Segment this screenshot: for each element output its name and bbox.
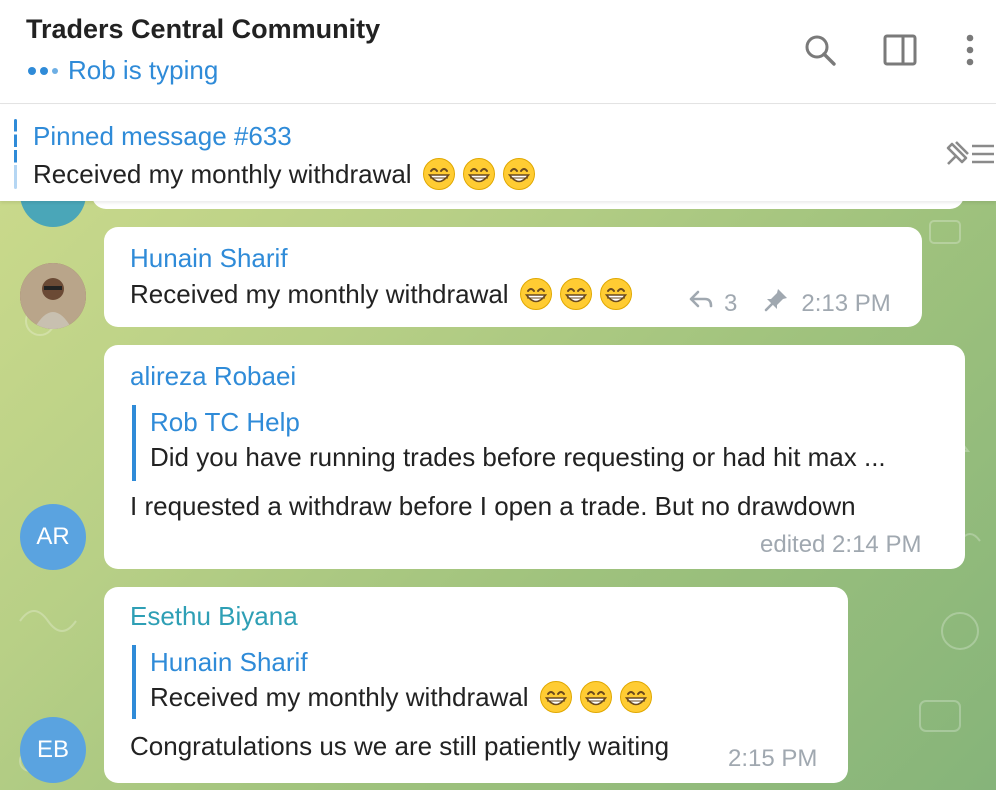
message-text: I requested a withdraw before I open a t… bbox=[130, 491, 856, 521]
message-meta: 3 2:13 PM bbox=[688, 287, 891, 320]
grinning-face-emoji-icon bbox=[502, 157, 536, 191]
quote-text: Did you have running trades before reque… bbox=[150, 442, 886, 472]
quote-sender: Rob TC Help bbox=[150, 407, 300, 437]
quote-text-row: Received my monthly withdrawal bbox=[150, 679, 653, 715]
quote-text: Received my monthly withdrawal bbox=[150, 682, 529, 712]
grinning-emoji-group bbox=[509, 277, 633, 311]
typing-indicator-icon bbox=[28, 66, 58, 75]
message-time: edited 2:14 PM bbox=[760, 531, 922, 558]
previous-message-bubble[interactable] bbox=[92, 201, 964, 209]
reply-icon[interactable] bbox=[688, 289, 714, 318]
chat-area[interactable]: Hunain Sharif Received my monthly withdr… bbox=[0, 201, 996, 790]
grinning-face-emoji-icon bbox=[519, 277, 553, 311]
sidebar-toggle-icon[interactable] bbox=[880, 30, 920, 70]
grinning-face-emoji-icon bbox=[462, 157, 496, 191]
avatar-initials: AR bbox=[36, 523, 70, 550]
pinned-list-icon[interactable] bbox=[940, 134, 996, 174]
grinning-face-emoji-icon bbox=[422, 157, 456, 191]
grinning-face-emoji-icon bbox=[539, 680, 573, 714]
grinning-face-emoji-icon bbox=[599, 277, 633, 311]
pin-icon bbox=[763, 287, 789, 320]
reply-count[interactable]: 3 bbox=[724, 290, 737, 318]
grinning-face-emoji-icon bbox=[559, 277, 593, 311]
sender-name[interactable]: alireza Robaei bbox=[130, 361, 296, 392]
grinning-emoji-group bbox=[412, 157, 536, 191]
pinned-indicator bbox=[14, 119, 17, 189]
avatar-eb[interactable]: EB bbox=[20, 717, 86, 783]
message-time: 2:13 PM bbox=[801, 289, 891, 317]
message-text-row: Received my monthly withdrawal bbox=[130, 277, 633, 311]
message-bubble[interactable]: Esethu Biyana Hunain Sharif Received my … bbox=[104, 587, 848, 783]
pinned-title: Pinned message #633 bbox=[33, 121, 292, 151]
reply-quote[interactable]: Rob TC Help Did you have running trades … bbox=[132, 405, 886, 481]
pinned-text-row: Received my monthly withdrawal bbox=[33, 157, 536, 191]
message-bubble[interactable]: alireza Robaei Rob TC Help Did you have … bbox=[104, 345, 965, 569]
message-text: Congratulations us we are still patientl… bbox=[130, 731, 670, 761]
avatar-hunain-sharif[interactable] bbox=[20, 263, 86, 329]
grinning-emoji-group bbox=[529, 680, 653, 714]
avatar-initials: EB bbox=[36, 736, 69, 763]
pinned-message-bar[interactable]: Pinned message #633 Received my monthly … bbox=[0, 105, 996, 201]
sender-name[interactable]: Esethu Biyana bbox=[130, 601, 298, 632]
search-icon[interactable] bbox=[800, 30, 840, 70]
sender-name[interactable]: Hunain Sharif bbox=[130, 243, 288, 274]
reply-quote[interactable]: Hunain Sharif Received my monthly withdr… bbox=[132, 645, 653, 719]
pinned-text: Received my monthly withdrawal bbox=[33, 158, 412, 189]
avatar-ar[interactable]: AR bbox=[20, 504, 86, 570]
grinning-face-emoji-icon bbox=[619, 680, 653, 714]
message-text: Received my monthly withdrawal bbox=[130, 278, 509, 309]
grinning-face-emoji-icon bbox=[579, 680, 613, 714]
typing-status-text: Rob is typing bbox=[68, 55, 219, 85]
chat-header: Traders Central Community Rob is typing bbox=[0, 0, 996, 104]
quote-sender: Hunain Sharif bbox=[150, 647, 308, 677]
message-time: 2:15 PM bbox=[728, 745, 818, 772]
chat-title[interactable]: Traders Central Community bbox=[26, 14, 380, 45]
more-vertical-icon[interactable] bbox=[950, 30, 990, 70]
typing-status: Rob is typing bbox=[28, 55, 218, 86]
message-bubble[interactable]: Hunain Sharif Received my monthly withdr… bbox=[104, 227, 922, 327]
